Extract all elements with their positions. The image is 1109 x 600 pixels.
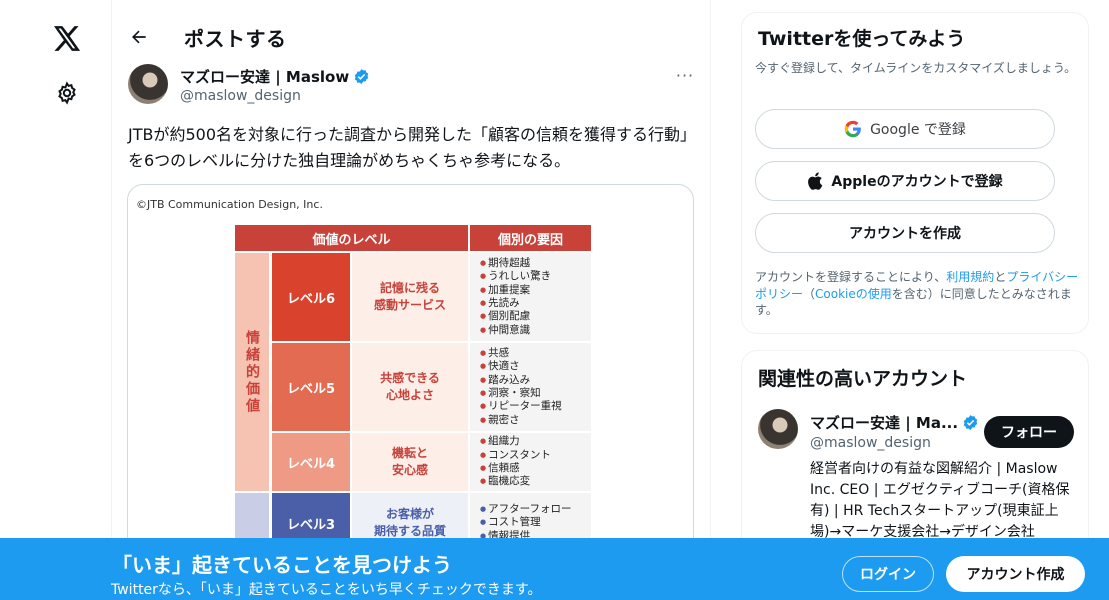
factor: アフターフォロー xyxy=(480,503,591,516)
header-value-level: 価値のレベル xyxy=(235,225,468,251)
level-6-factors: 期待超越 うれしい驚き 加重提案 先読み 個別配慮 仲間意識 xyxy=(470,253,591,341)
google-signup-button[interactable]: Google で登録 xyxy=(755,109,1055,149)
factor: コンスタント xyxy=(480,449,591,462)
factor: 仲間意識 xyxy=(480,324,591,337)
related-account-name[interactable]: マズロー安達 | Ma... xyxy=(810,412,979,435)
related-accounts-title: 関連性の高いアカウント xyxy=(758,368,968,390)
level-4-desc-line1: 機転と xyxy=(391,446,428,460)
verified-badge-icon xyxy=(962,414,979,435)
level-6-desc-line2: 感動サービス xyxy=(373,298,446,312)
level-5-factors: 共感 快適さ 踏み込み 洞察・察知 リピーター重視 親密さ xyxy=(470,343,591,431)
factor: 踏み込み xyxy=(480,374,591,387)
x-logo-icon[interactable] xyxy=(51,22,83,54)
apple-signup-label[interactable]: Appleのアカウントで登録 xyxy=(831,171,1002,191)
level-6-desc: 記憶に残る 感動サービス xyxy=(352,253,468,341)
related-account-name-text[interactable]: マズロー安達 | Ma... xyxy=(810,414,958,432)
level-4-desc-line2: 安心感 xyxy=(391,463,428,477)
signup-button[interactable]: アカウント作成 xyxy=(946,556,1085,592)
terms-link[interactable]: 利用規約 xyxy=(946,270,994,284)
signup-card-subtitle: 今すぐ登録して、タイムラインをカスタマイズしましょう。 xyxy=(755,61,1077,75)
avatar[interactable] xyxy=(128,64,168,104)
more-options-icon[interactable]: ··· xyxy=(672,66,698,88)
legal-and: と xyxy=(994,270,1007,284)
level-4-desc: 機転と 安心感 xyxy=(352,433,468,491)
follow-button[interactable]: フォロー xyxy=(984,416,1074,448)
author-handle[interactable]: @maslow_design xyxy=(180,88,301,104)
author-name[interactable]: マズロー安達 | Maslow xyxy=(180,66,370,89)
cookie-link[interactable]: Cookieの使用 xyxy=(815,287,892,301)
main-column: ポストする マズロー安達 | Maslow @maslow_design ···… xyxy=(112,0,711,600)
factor: 組織力 xyxy=(480,435,591,448)
level-6-desc-line1: 記憶に残る xyxy=(379,281,440,295)
factor: 洞察・察知 xyxy=(480,387,591,400)
signup-banner: 「いま」起きていることを見つけよう Twitterなら、「いま」起きていることを… xyxy=(0,538,1109,600)
level-6-label: レベル6 xyxy=(272,253,350,341)
level-3-desc-line1: お客様が xyxy=(385,507,434,521)
legal-paren-open: （ xyxy=(803,286,816,301)
factor: 先読み xyxy=(480,297,591,310)
level-4-factors: 組織力 コンスタント 信頼感 臨機応変 xyxy=(470,433,591,491)
arrow-left-icon[interactable] xyxy=(126,24,152,50)
factor: うれしい驚き xyxy=(480,270,591,283)
factor: コスト管理 xyxy=(480,516,591,529)
apple-signup-button[interactable]: Appleのアカウントで登録 xyxy=(755,161,1055,201)
group-emotional: 情緒的価値 xyxy=(235,253,269,491)
banner-subtitle: Twitterなら、「いま」起きていることをいち早くチェックできます。 xyxy=(111,582,542,598)
factor: 加重提案 xyxy=(480,284,591,297)
page-title: ポストする xyxy=(184,27,287,51)
factor: 信頼感 xyxy=(480,462,591,475)
related-account-bio: 経営者向けの有益な図解紹介 | Maslow Inc. CEO | エグゼクティ… xyxy=(810,461,1070,540)
factor: リピーター重視 xyxy=(480,400,591,413)
gear-icon[interactable] xyxy=(53,79,81,107)
banner-title: 「いま」起きていることを見つけよう xyxy=(112,553,452,577)
post-text: JTBが約500名を対象に行った調査から開発した「顧客の信頼を獲得する行動」を6… xyxy=(128,125,689,170)
level-5-desc-line1: 共感できる xyxy=(380,371,440,385)
post-author: マズロー安達 | Maslow @maslow_design ··· xyxy=(128,62,698,110)
related-account-handle[interactable]: @maslow_design xyxy=(810,435,931,451)
left-nav xyxy=(0,0,112,600)
create-account-button[interactable]: アカウントを作成 xyxy=(755,213,1055,253)
factor: 親密さ xyxy=(480,414,591,427)
header-factors: 個別の要因 xyxy=(470,225,591,251)
signup-card: Twitterを使ってみよう 今すぐ登録して、タイムラインをカスタマイズしましょ… xyxy=(741,12,1089,334)
legal-prefix: アカウントを登録することにより、 xyxy=(755,270,947,284)
author-name-text[interactable]: マズロー安達 | Maslow xyxy=(180,68,349,86)
image-copyright: ©JTB Communication Design, Inc. xyxy=(136,198,323,211)
level-5-desc: 共感できる 心地よさ xyxy=(352,343,468,431)
level-4-label: レベル4 xyxy=(272,433,350,491)
level-5-desc-line2: 心地よさ xyxy=(385,388,434,402)
google-icon xyxy=(844,120,862,138)
legal-notice: アカウントを登録することにより、利用規約とプライバシーポリシー（Cookieの使… xyxy=(755,269,1081,319)
factor: 期待超越 xyxy=(480,257,591,270)
google-signup-label[interactable]: Google で登録 xyxy=(870,119,966,139)
factor: 共感 xyxy=(480,347,591,360)
login-button[interactable]: ログイン xyxy=(842,556,934,592)
apple-icon xyxy=(807,172,823,190)
signup-card-title: Twitterを使ってみよう xyxy=(758,28,966,50)
factor: 臨機応変 xyxy=(480,475,591,488)
avatar[interactable] xyxy=(758,409,798,449)
group-emotional-label: 情緒的価値 xyxy=(244,329,260,415)
factor: 快適さ xyxy=(480,360,591,373)
level-5-label: レベル5 xyxy=(272,343,350,431)
verified-badge-icon xyxy=(353,68,370,89)
factor: 個別配慮 xyxy=(480,310,591,323)
